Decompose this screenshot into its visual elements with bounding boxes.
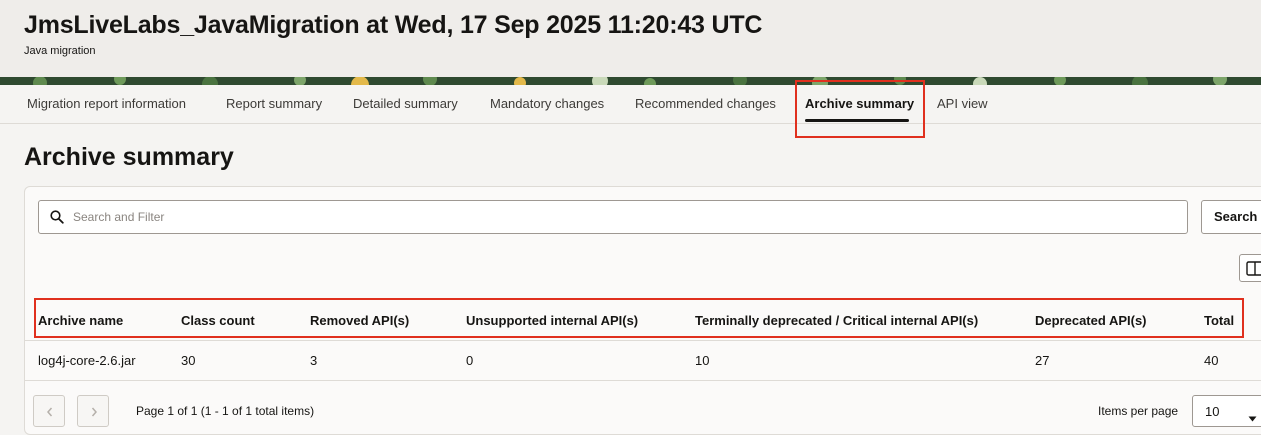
tab-highlight-box bbox=[795, 80, 925, 138]
search-input[interactable] bbox=[73, 207, 1173, 227]
report-title: JmsLiveLabs_JavaMigration at Wed, 17 Sep… bbox=[24, 11, 763, 39]
chevron-down-icon bbox=[1248, 409, 1257, 427]
tab-api-view[interactable]: API view bbox=[937, 96, 988, 111]
cell-class-count: 30 bbox=[181, 353, 196, 368]
column-settings-button[interactable] bbox=[1239, 254, 1261, 282]
items-per-page-value: 10 bbox=[1205, 404, 1220, 419]
items-per-page-label: Items per page bbox=[1098, 404, 1179, 418]
tab-detailed-summary[interactable]: Detailed summary bbox=[353, 96, 458, 111]
tab-bar: Migration report information Report summ… bbox=[0, 85, 1261, 124]
header-highlight-box bbox=[34, 298, 1244, 338]
cell-archive-name: log4j-core-2.6.jar bbox=[38, 353, 136, 368]
cell-total: 40 bbox=[1204, 353, 1219, 368]
tab-recommended-changes[interactable]: Recommended changes bbox=[635, 96, 776, 111]
search-button[interactable]: Search bbox=[1201, 200, 1261, 234]
cell-removed-apis: 3 bbox=[310, 353, 318, 368]
page-header: JmsLiveLabs_JavaMigration at Wed, 17 Sep… bbox=[0, 0, 1261, 77]
report-subtitle: Java migration bbox=[24, 45, 96, 57]
cell-unsupported-internal-apis: 0 bbox=[466, 353, 474, 368]
decorative-banner bbox=[0, 77, 1261, 85]
pagination-info: Page 1 of 1 (1 - 1 of 1 total items) bbox=[136, 404, 315, 418]
tab-migration-report-information[interactable]: Migration report information bbox=[27, 96, 186, 111]
tab-mandatory-changes[interactable]: Mandatory changes bbox=[490, 96, 604, 111]
cell-deprecated-apis: 27 bbox=[1035, 353, 1050, 368]
divider bbox=[25, 340, 1261, 341]
divider bbox=[25, 380, 1261, 381]
tab-report-summary[interactable]: Report summary bbox=[226, 96, 322, 111]
search-field bbox=[38, 200, 1188, 234]
cell-terminally-deprecated-apis: 10 bbox=[695, 353, 710, 368]
items-per-page-select[interactable]: 10 bbox=[1192, 395, 1261, 427]
search-icon bbox=[50, 210, 64, 229]
previous-page-button[interactable] bbox=[33, 395, 65, 427]
next-page-button[interactable] bbox=[77, 395, 109, 427]
page-title: Archive summary bbox=[24, 143, 234, 171]
